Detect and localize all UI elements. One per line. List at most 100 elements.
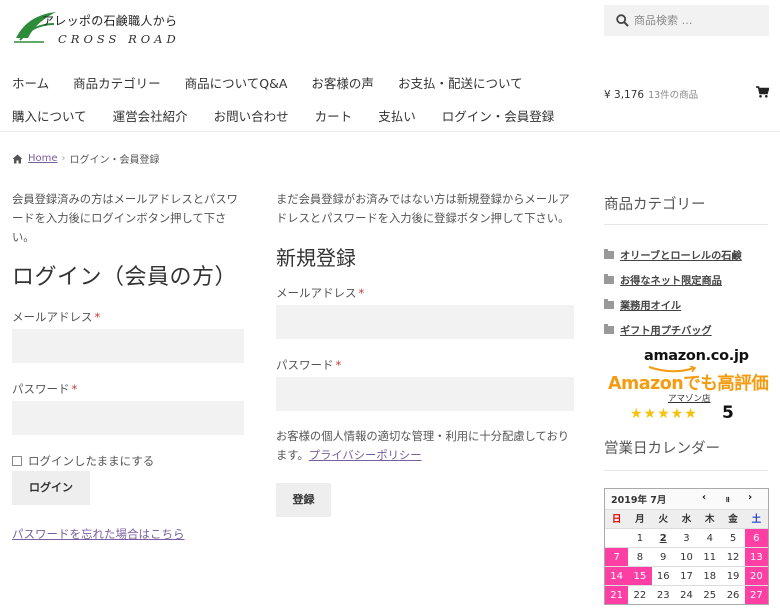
breadcrumb: Home › ログイン・会員登録 xyxy=(12,151,160,166)
register-password-field[interactable] xyxy=(276,377,574,411)
nav-item-home[interactable]: ホーム xyxy=(12,73,49,92)
remember-me-checkbox[interactable] xyxy=(12,456,22,466)
category-label[interactable]: ギフト用プチバッグ xyxy=(620,322,712,337)
nav-item-product-categories[interactable]: 商品カテゴリー xyxy=(73,73,161,92)
nav-item-purchase[interactable]: 購入について xyxy=(12,106,87,125)
site-logo[interactable]: アレッポの石鹸職人から CROSS ROAD xyxy=(14,8,184,48)
primary-nav-row1: ホーム 商品カテゴリー 商品についてQ&A お客様の声 お支払・配送について xyxy=(12,73,523,92)
calendar-day: 12 xyxy=(721,547,745,566)
cart-icon[interactable] xyxy=(756,86,769,98)
amazon-rating: 5 xyxy=(722,403,734,423)
login-heading: ログイン（会員の方） xyxy=(12,265,238,290)
product-search[interactable] xyxy=(604,5,769,36)
nav-item-customer-voice[interactable]: お客様の声 xyxy=(311,73,374,92)
calendar-prev-button[interactable]: ‹ xyxy=(702,492,706,503)
register-email-label: メールアドレス * xyxy=(276,285,574,300)
calendar-next-button[interactable]: › xyxy=(748,492,752,503)
calendar-widget-title: 営業日カレンダー xyxy=(604,441,720,457)
calendar-day: 17 xyxy=(674,566,699,585)
nav-item-payment[interactable]: 支払い xyxy=(378,106,416,125)
calendar-weekday: 土 xyxy=(744,509,768,528)
amazon-store-name: アマゾン店 xyxy=(668,394,711,404)
register-button[interactable]: 登録 xyxy=(276,483,331,517)
widget-divider xyxy=(604,224,768,225)
login-intro: 会員登録済みの方はメールアドレスとパスワードを入力後にログインボタン押して下さい… xyxy=(12,193,238,244)
calendar-weekday: 水 xyxy=(674,509,699,528)
calendar-day: 23 xyxy=(651,585,675,604)
folder-icon xyxy=(604,298,614,309)
calendar-day: 11 xyxy=(698,547,722,566)
register-intro: まだ会員登録がお済みではない方は新規登録からメールアドレスとパスワードを入力後に… xyxy=(276,193,570,225)
login-password-label-text: パスワード xyxy=(12,382,70,396)
calendar-day: 27 xyxy=(744,585,768,604)
rating-stars-icon: ★★★★★ xyxy=(630,406,698,422)
category-item[interactable]: オリーブとローレルの石鹸 xyxy=(604,242,768,267)
breadcrumb-separator: › xyxy=(61,153,66,164)
nav-item-contact[interactable]: お問い合わせ xyxy=(214,106,289,125)
search-icon[interactable] xyxy=(616,14,629,27)
remember-me-label: ログインしたままにする xyxy=(28,454,155,468)
category-label[interactable]: 業務用オイル xyxy=(620,297,681,312)
register-heading: 新規登録 xyxy=(276,246,356,270)
calendar-weekday: 金 xyxy=(721,509,745,528)
category-label[interactable]: お得なネット限定商品 xyxy=(620,272,722,287)
calendar-month: 2019年 7月 xyxy=(611,495,667,506)
header-cart[interactable]: ¥ 3,176 13件の商品 xyxy=(604,87,698,101)
calendar-grid: 日月火水木金土 1 2 3 4 5 6 7 8 9 10 11 12 13 14 15 16 17 18 19 20 21… xyxy=(605,509,768,604)
register-email-label-text: メールアドレス xyxy=(276,286,357,300)
widget-divider xyxy=(604,470,768,471)
category-item[interactable]: 業務用オイル xyxy=(604,292,768,317)
login-email-field[interactable] xyxy=(12,329,244,363)
calendar-weekday: 月 xyxy=(628,509,652,528)
nav-item-cart[interactable]: カート xyxy=(315,106,353,125)
calendar-day: 6 xyxy=(744,528,768,547)
cart-count: 13件の商品 xyxy=(648,90,699,101)
register-section: まだ会員登録がお済みではない方は新規登録からメールアドレスとパスワードを入力後に… xyxy=(276,190,574,517)
calendar-day: 9 xyxy=(651,547,675,566)
calendar-weekday: 木 xyxy=(698,509,722,528)
home-icon xyxy=(12,154,23,163)
category-list: オリーブとローレルの石鹸 お得なネット限定商品 業務用オイル ギフト用プチバッグ xyxy=(604,242,768,342)
primary-nav-row2: 購入について 運営会社紹介 お問い合わせ カート 支払い ログイン・会員登録 xyxy=(12,106,554,125)
register-password-label: パスワード * xyxy=(276,357,574,372)
category-item[interactable]: お得なネット限定商品 xyxy=(604,267,768,292)
calendar-day: 25 xyxy=(698,585,722,604)
required-mark: * xyxy=(94,310,101,324)
nav-item-login-register[interactable]: ログイン・会員登録 xyxy=(442,106,555,125)
calendar-day: 24 xyxy=(674,585,699,604)
calendar-day: 13 xyxy=(744,547,768,566)
calendar-pause-button[interactable]: ॥ xyxy=(725,494,730,505)
login-password-label: パスワード * xyxy=(12,381,244,396)
breadcrumb-current: ログイン・会員登録 xyxy=(69,155,160,166)
privacy-policy-link[interactable]: プライバシーポリシー xyxy=(309,449,422,462)
calendar-weekday: 火 xyxy=(651,509,675,528)
calendar-day: 14 xyxy=(605,566,629,585)
register-email-field[interactable] xyxy=(276,305,574,339)
breadcrumb-home[interactable]: Home xyxy=(28,153,58,164)
search-input[interactable] xyxy=(634,5,764,36)
lost-password-link[interactable]: パスワードを忘れた場合はこちら xyxy=(12,526,244,542)
login-button[interactable]: ログイン xyxy=(12,471,90,505)
logo-tagline: アレッポの石鹸職人から xyxy=(42,14,178,28)
calendar-day: 7 xyxy=(605,547,629,566)
category-item[interactable]: ギフト用プチバッグ xyxy=(604,317,768,342)
logo-wordmark: CROSS ROAD xyxy=(58,32,180,46)
calendar-day: 8 xyxy=(628,547,652,566)
categories-widget-title: 商品カテゴリー xyxy=(604,197,706,213)
amazon-banner[interactable]: amazon.co.jp Amazonでも高評価 アマゾン店 ★★★★★ 5 xyxy=(604,346,769,428)
calendar-day: 1 xyxy=(628,528,652,547)
calendar-day: 18 xyxy=(698,566,722,585)
cart-total: ¥ 3,176 xyxy=(604,89,645,101)
folder-icon xyxy=(604,323,614,334)
calendar-day: 5 xyxy=(721,528,745,547)
login-password-field[interactable] xyxy=(12,401,244,435)
calendar-day: 4 xyxy=(698,528,722,547)
required-mark: * xyxy=(71,382,78,396)
calendar-day: 21 xyxy=(605,585,629,604)
nav-item-company[interactable]: 運営会社紹介 xyxy=(113,106,188,125)
category-label[interactable]: オリーブとローレルの石鹸 xyxy=(620,247,742,262)
business-calendar: 2019年 7月 ‹ ॥ › 日月火水木金土 1 2 3 4 5 6 7 8 9 10 11 12 13 1… xyxy=(604,488,769,605)
remember-me[interactable]: ログインしたままにする xyxy=(12,453,244,469)
nav-item-payment-shipping[interactable]: お支払・配送について xyxy=(398,73,523,92)
nav-item-product-qa[interactable]: 商品についてQ&A xyxy=(185,73,288,92)
